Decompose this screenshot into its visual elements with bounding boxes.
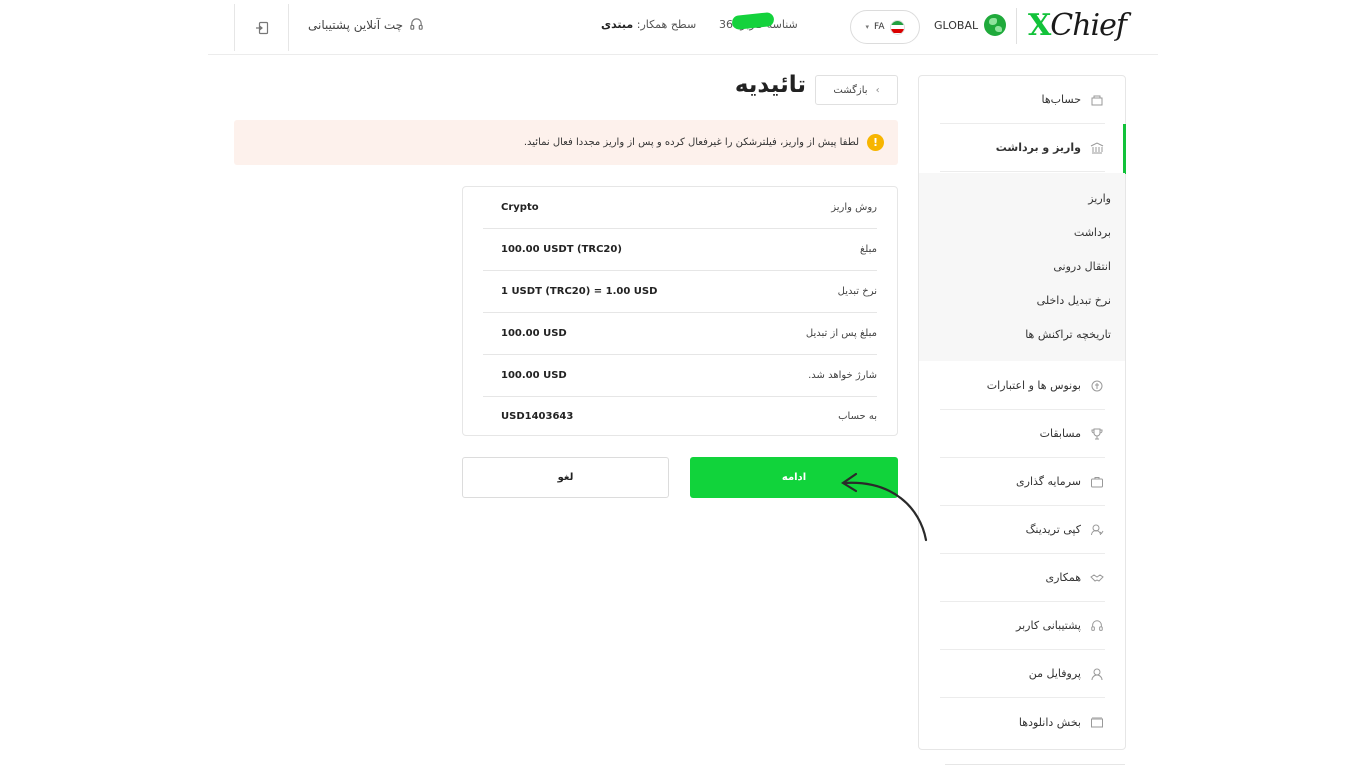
wallet-icon <box>1089 92 1105 108</box>
detail-label: به حساب <box>838 410 877 422</box>
detail-value: Crypto <box>501 202 539 213</box>
detail-label: مبلغ <box>859 244 877 255</box>
briefcase-icon <box>1089 474 1105 490</box>
warning-icon: ! <box>867 134 884 151</box>
headset-icon <box>410 18 423 30</box>
bank-icon <box>1089 140 1105 156</box>
gift-icon <box>1089 378 1105 394</box>
sidebar-footer-divider <box>945 764 1125 765</box>
detail-value: 100.00 USD <box>501 370 567 381</box>
language-code: FA <box>874 22 885 32</box>
back-label: بازگشت <box>833 84 868 96</box>
sidebar-item-label: حساب‌ها <box>1041 93 1081 106</box>
sidebar-item-investment[interactable]: سرمایه گذاری <box>940 458 1105 506</box>
sidebar-item-partnership[interactable]: همکاری <box>940 554 1105 602</box>
vpn-warning-alert: ! لطفا پیش از واریز، فیلترشکن را غیرفعال… <box>234 120 898 165</box>
region-label: GLOBAL <box>934 18 979 32</box>
detail-label: شارژ خواهد شد. <box>808 370 877 381</box>
sidebar: حساب‌ها واریز و برداشت واریز برداشت انتق… <box>918 75 1126 750</box>
detail-row-amount: 100.00 USDT (TRC20) مبلغ <box>483 229 877 271</box>
logout-icon <box>255 21 268 34</box>
sidebar-item-user-support[interactable]: پشتیبانی کاربر <box>940 602 1105 650</box>
copy-user-icon <box>1089 522 1105 538</box>
region-selector[interactable]: GLOBAL <box>934 14 1007 36</box>
submenu-item-withdraw[interactable]: برداشت <box>1074 226 1111 239</box>
submenu-item-internal-transfer[interactable]: انتقال درونی <box>1053 260 1111 273</box>
chat-label: چت آنلاین پشتیبانی <box>308 17 404 32</box>
sidebar-item-accounts[interactable]: حساب‌ها <box>940 76 1105 124</box>
detail-label: نرخ تبدیل <box>837 286 877 297</box>
sidebar-item-my-profile[interactable]: پروفایل من <box>940 650 1105 698</box>
chevron-down-icon: ▾ <box>865 23 869 31</box>
chevron-left-icon: ‹ <box>875 84 880 96</box>
detail-value: USD1403643 <box>501 410 574 422</box>
partner-level-label: سطح همکار: <box>636 18 697 31</box>
page-title: تائیدیه <box>734 72 806 98</box>
partner-level: سطح همکار: مبتدی <box>601 18 696 31</box>
active-indicator <box>1123 124 1126 174</box>
sidebar-item-bonuses[interactable]: بونوس ها و اعتبارات <box>940 362 1105 410</box>
sidebar-submenu: واریز برداشت انتقال درونی نرخ تبدیل داخل… <box>919 173 1125 361</box>
logo-divider <box>1016 8 1017 44</box>
partner-level-value: مبتدی <box>601 18 634 31</box>
download-icon <box>1089 714 1105 730</box>
sidebar-item-label: پروفایل من <box>1028 667 1081 680</box>
submenu-item-transaction-history[interactable]: تاریخچه تراکنش ها <box>1025 328 1111 341</box>
sidebar-item-label: بونوس ها و اعتبارات <box>986 379 1081 392</box>
online-support-chat-link[interactable]: چت آنلاین پشتیبانی <box>308 17 424 32</box>
headset-icon <box>1089 618 1105 634</box>
sidebar-item-label: پشتیبانی کاربر <box>1016 619 1081 632</box>
detail-row-method: Crypto روش واریز <box>483 187 877 229</box>
submenu-item-deposit[interactable]: واریز <box>1088 192 1111 205</box>
sidebar-item-label: واریز و برداشت <box>995 141 1081 154</box>
sidebar-item-copy-trading[interactable]: کپی تریدینگ <box>940 506 1105 554</box>
globe-icon <box>984 14 1007 36</box>
xchief-logo[interactable]: XChief <box>1028 8 1127 43</box>
iran-flag-icon <box>889 19 905 35</box>
detail-label: روش واریز <box>831 202 877 213</box>
sidebar-item-deposit-withdraw[interactable]: واریز و برداشت <box>940 124 1105 172</box>
sidebar-item-label: سرمایه گذاری <box>1016 475 1081 488</box>
alert-text: لطفا پیش از واریز، فیلترشکن را غیرفعال ک… <box>523 137 859 148</box>
sidebar-item-competitions[interactable]: مسابقات <box>940 410 1105 458</box>
sidebar-item-label: کپی تریدینگ <box>1025 523 1081 536</box>
user-id-value: 36 <box>719 18 733 31</box>
detail-row-charged: 100.00 USD شارژ خواهد شد. <box>483 355 877 397</box>
annotation-arrow-icon <box>840 472 928 542</box>
user-icon <box>1089 666 1105 682</box>
sidebar-item-label: همکاری <box>1045 571 1081 584</box>
sidebar-item-label: بخش دانلودها <box>1018 715 1081 729</box>
detail-row-rate: 1 USDT (TRC20) = 1.00 USD نرخ تبدیل <box>483 271 877 313</box>
trophy-icon <box>1089 426 1105 442</box>
submenu-item-exchange-rate[interactable]: نرخ تبدیل داخلی <box>1037 294 1111 307</box>
handshake-icon <box>1089 570 1105 586</box>
detail-value: 100.00 USDT (TRC20) <box>501 244 622 255</box>
back-button[interactable]: بازگشت ‹ <box>815 75 898 105</box>
cancel-button[interactable]: لغو <box>462 457 669 498</box>
detail-row-account: USD1403643 به حساب <box>483 395 877 437</box>
language-selector[interactable]: ▾ FA <box>850 10 920 44</box>
deposit-details-card: Crypto روش واریز 100.00 USDT (TRC20) مبل… <box>462 186 898 436</box>
logout-button[interactable] <box>234 4 289 51</box>
sidebar-item-label: مسابقات <box>1039 427 1081 440</box>
detail-row-converted-amount: 100.00 USD مبلغ پس از تبدیل <box>483 313 877 355</box>
detail-label: مبلغ پس از تبدیل <box>805 328 877 339</box>
sidebar-item-downloads[interactable]: بخش دانلودها <box>940 698 1105 746</box>
detail-value: 100.00 USD <box>501 328 567 339</box>
top-header: چت آنلاین پشتیبانی سطح همکار: مبتدی شناس… <box>208 0 1158 55</box>
detail-value: 1 USDT (TRC20) = 1.00 USD <box>501 286 658 297</box>
